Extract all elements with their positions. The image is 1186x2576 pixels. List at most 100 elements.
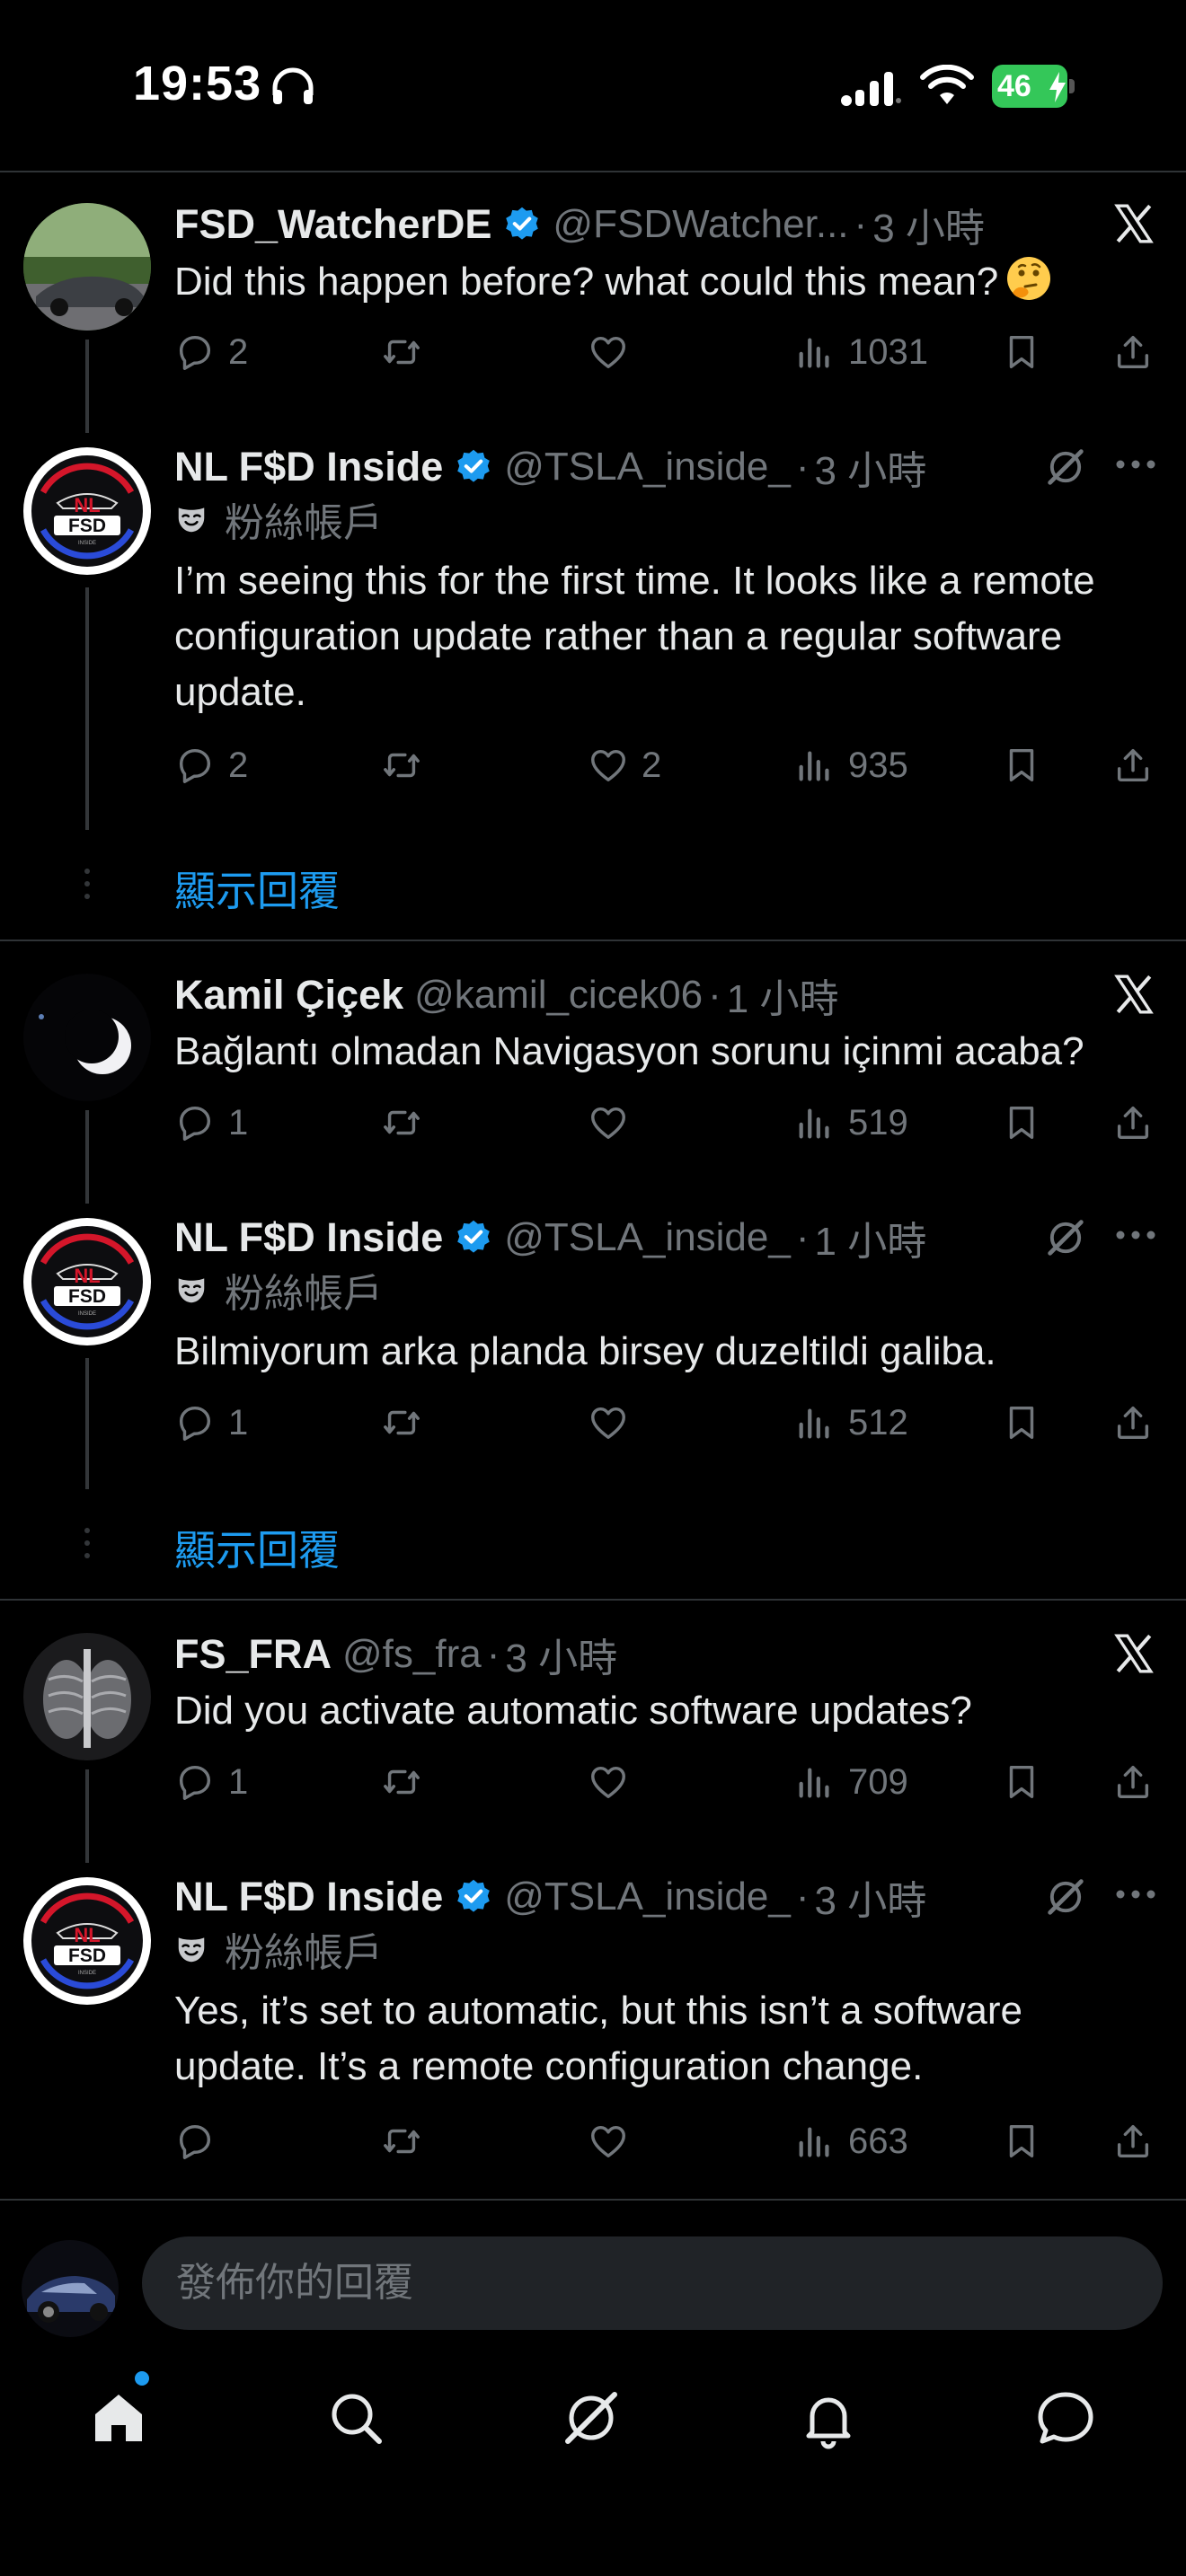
charging-bolt-icon: [1049, 72, 1066, 102]
timestamp[interactable]: 3 小時: [815, 1868, 927, 1926]
show-replies-link[interactable]: 顯示回覆: [174, 859, 340, 918]
tweet[interactable]: FS_FRA @fs_fra · 3 小時 Did you activate a…: [0, 1628, 1186, 1807]
bookmark-button[interactable]: [1001, 1755, 1042, 1809]
verified-badge-icon: [502, 205, 542, 244]
reply-button[interactable]: [174, 2114, 228, 2168]
retweet-button[interactable]: [381, 1096, 422, 1150]
timestamp[interactable]: 1 小時: [727, 966, 839, 1024]
like-button[interactable]: [588, 1396, 629, 1450]
avatar[interactable]: [23, 974, 151, 1101]
views-button[interactable]: 663: [794, 2114, 908, 2168]
views-button[interactable]: 935: [794, 738, 908, 792]
timestamp[interactable]: 1 小時: [815, 1209, 927, 1266]
grok-icon[interactable]: [1042, 1214, 1089, 1261]
verified-badge-icon: [454, 1877, 493, 1917]
retweet-button[interactable]: [381, 2114, 422, 2168]
reply-button[interactable]: 2: [174, 738, 248, 792]
timestamp[interactable]: 3 小時: [815, 438, 927, 496]
tab-notifications[interactable]: [796, 2386, 861, 2450]
tab-search[interactable]: [323, 2386, 388, 2450]
views-chart-icon: [794, 2121, 836, 2162]
reply-icon: [174, 745, 216, 786]
tweet[interactable]: Kamil Çiçek @kamil_cicek06 · 1 小時 Bağlan…: [0, 968, 1186, 1148]
avatar[interactable]: [23, 1633, 151, 1760]
display-name[interactable]: NL F$D Inside: [174, 1874, 443, 1920]
thinking-face-emoji: [1007, 257, 1051, 300]
share-button[interactable]: [1112, 1396, 1154, 1450]
bookmark-button[interactable]: [1001, 325, 1042, 379]
display-name[interactable]: NL F$D Inside: [174, 444, 443, 490]
bookmark-icon: [1001, 331, 1042, 373]
tweet[interactable]: NL F$D Inside @TSLA_inside_ · 1 小時 粉絲帳戶 …: [0, 1211, 1186, 1453]
share-icon: [1112, 1402, 1154, 1443]
bookmark-button[interactable]: [1001, 1096, 1042, 1150]
notifications-icon: [806, 2397, 851, 2449]
share-button[interactable]: [1112, 1755, 1154, 1809]
reply-button[interactable]: 1: [174, 1396, 248, 1450]
tweet[interactable]: FSD_WatcherDE @FSDWatcher... · 3 小時 Did …: [0, 198, 1186, 377]
avatar[interactable]: [23, 447, 151, 575]
more-options-icon[interactable]: [1114, 1229, 1157, 1241]
tweet[interactable]: NL F$D Inside @TSLA_inside_ · 3 小時 粉絲帳戶 …: [0, 1870, 1186, 2175]
views-button[interactable]: 512: [794, 1396, 908, 1450]
mask-icon: [174, 1273, 208, 1307]
share-button[interactable]: [1112, 738, 1154, 792]
tweet-text: Did this happen before? what could this …: [174, 253, 1163, 310]
display-name[interactable]: FSD_WatcherDE: [174, 201, 491, 248]
tab-home[interactable]: [86, 2386, 151, 2450]
reply-input[interactable]: [142, 2236, 1163, 2330]
like-button[interactable]: [588, 1755, 629, 1809]
tab-messages[interactable]: [1033, 2386, 1098, 2450]
reply-button[interactable]: 2: [174, 325, 248, 379]
like-button[interactable]: [588, 1096, 629, 1150]
user-handle[interactable]: @TSLA_inside_: [504, 1875, 791, 1919]
reply-button[interactable]: 1: [174, 1096, 248, 1150]
tweet[interactable]: NL F$D Inside @TSLA_inside_ · 3 小時 粉絲帳戶 …: [0, 440, 1186, 799]
bookmark-button[interactable]: [1001, 2114, 1042, 2168]
retweet-button[interactable]: [381, 325, 422, 379]
user-handle[interactable]: @TSLA_inside_: [504, 1215, 791, 1260]
retweet-button[interactable]: [381, 738, 422, 792]
mask-icon: [174, 502, 208, 536]
user-handle[interactable]: @FSDWatcher...: [553, 202, 848, 247]
avatar[interactable]: [23, 1218, 151, 1345]
like-button[interactable]: 2: [588, 738, 661, 792]
display-name[interactable]: FS_FRA: [174, 1631, 332, 1678]
tweet-header: FS_FRA @fs_fra · 3 小時: [174, 1628, 617, 1681]
tab-grok[interactable]: [559, 2386, 624, 2450]
x-logo-icon: [1111, 1631, 1157, 1676]
separator-dot: ·: [486, 1632, 500, 1676]
views-button[interactable]: 519: [794, 1096, 908, 1150]
user-handle[interactable]: @fs_fra: [342, 1632, 482, 1677]
timestamp[interactable]: 3 小時: [505, 1626, 617, 1683]
show-replies-link[interactable]: 顯示回覆: [174, 1518, 340, 1577]
views-button[interactable]: 1031: [794, 325, 928, 379]
grok-icon[interactable]: [1042, 1874, 1089, 1920]
share-button[interactable]: [1112, 2114, 1154, 2168]
tweet-actions: 1 519: [174, 1096, 1172, 1150]
more-options-icon[interactable]: [1114, 458, 1157, 471]
bookmark-button[interactable]: [1001, 1396, 1042, 1450]
wifi-icon: [920, 65, 974, 104]
display-name[interactable]: Kamil Çiçek: [174, 972, 403, 1019]
share-button[interactable]: [1112, 325, 1154, 379]
views-button[interactable]: 709: [794, 1755, 908, 1809]
timestamp[interactable]: 3 小時: [872, 196, 985, 253]
like-button[interactable]: [588, 2114, 629, 2168]
reply-button[interactable]: 1: [174, 1755, 248, 1809]
avatar[interactable]: [23, 1877, 151, 2005]
retweet-button[interactable]: [381, 1396, 422, 1450]
retweet-button[interactable]: [381, 1755, 422, 1809]
display-name[interactable]: NL F$D Inside: [174, 1214, 443, 1261]
heart-icon: [588, 745, 629, 786]
bookmark-button[interactable]: [1001, 738, 1042, 792]
user-handle[interactable]: @kamil_cicek06: [414, 973, 703, 1018]
share-button[interactable]: [1112, 1096, 1154, 1150]
grok-icon[interactable]: [1042, 444, 1089, 490]
avatar[interactable]: [23, 203, 151, 331]
user-handle[interactable]: @TSLA_inside_: [504, 445, 791, 490]
fan-account-badge: 粉絲帳戶: [174, 1263, 383, 1317]
heart-icon: [588, 2121, 629, 2162]
like-button[interactable]: [588, 325, 629, 379]
more-options-icon[interactable]: [1114, 1888, 1157, 1901]
